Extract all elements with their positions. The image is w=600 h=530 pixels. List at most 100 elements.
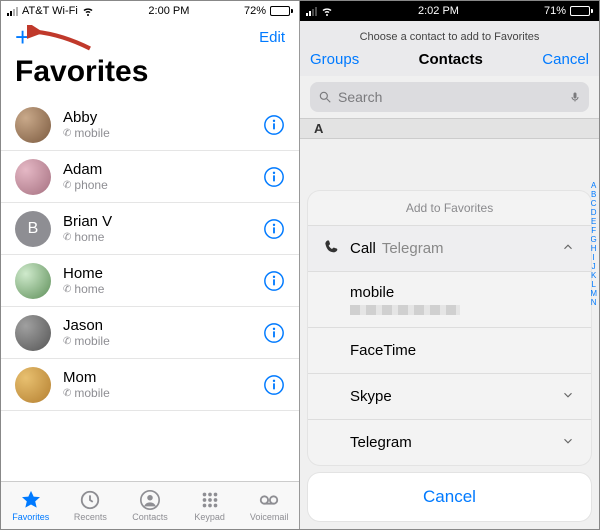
- contact-sub: ✆mobile: [63, 126, 263, 140]
- sheet-row-label: Skype: [350, 388, 392, 405]
- sheet-row-label: Telegram: [350, 434, 412, 451]
- sheet-option-telegram[interactable]: Telegram: [308, 419, 591, 465]
- tab-contacts[interactable]: Contacts: [120, 482, 180, 529]
- contact-name: Abby: [63, 109, 263, 126]
- contact-picker-screen: 2:02 PM 71% Choose a contact to add to F…: [300, 1, 599, 529]
- chevron-up-icon: [561, 240, 575, 258]
- search-input[interactable]: Search: [310, 82, 589, 112]
- contact-name: Home: [63, 265, 263, 282]
- battery-icon: [270, 6, 293, 16]
- carrier-label: AT&T Wi-Fi: [22, 5, 78, 17]
- sheet-row-label: Call: [350, 240, 376, 257]
- avatar: [15, 367, 51, 403]
- sheet-option-mobile[interactable]: mobile: [308, 271, 591, 327]
- tab-label: Favorites: [12, 512, 49, 522]
- redacted-number: [350, 305, 460, 315]
- chevron-down-icon: [561, 388, 575, 406]
- sheet-row-extra: Telegram: [382, 240, 444, 257]
- info-icon[interactable]: [263, 218, 285, 240]
- search-placeholder: Search: [338, 89, 382, 105]
- tab-label: Keypad: [194, 512, 225, 522]
- tab-label: Voicemail: [250, 512, 289, 522]
- info-icon[interactable]: [263, 114, 285, 136]
- avatar: [15, 107, 51, 143]
- sheet-row-label: FaceTime: [350, 342, 416, 359]
- alpha-index[interactable]: ABCDEFGHIJKLMN: [590, 181, 597, 307]
- contact-name: Adam: [63, 161, 263, 178]
- sheet-call-row[interactable]: Call Telegram: [308, 225, 591, 271]
- wifi-icon: [321, 5, 333, 17]
- contact-sub: ✆home: [63, 230, 263, 244]
- sheet-row-label: mobile: [350, 284, 394, 301]
- clock-icon: [79, 489, 101, 511]
- contact-sub: ✆phone: [63, 178, 263, 192]
- contact-sub: ✆home: [63, 282, 263, 296]
- favorites-list: Abby ✆mobile Adam ✆phone B Brian V ✆home: [1, 99, 299, 411]
- voicemail-icon: [258, 489, 280, 511]
- groups-button[interactable]: Groups: [310, 51, 359, 68]
- phone-icon: ✆: [63, 232, 71, 243]
- tab-voicemail[interactable]: Voicemail: [239, 482, 299, 529]
- sheet-option-facetime[interactable]: FaceTime: [308, 327, 591, 373]
- contact-sub: ✆mobile: [63, 334, 263, 348]
- tab-bar: Favorites Recents Contacts Keypad Voicem…: [1, 481, 299, 529]
- info-icon[interactable]: [263, 374, 285, 396]
- contact-name: Brian V: [63, 213, 263, 230]
- sheet-option-skype[interactable]: Skype: [308, 373, 591, 419]
- contact-name: Mom: [63, 369, 263, 386]
- chevron-down-icon: [561, 434, 575, 452]
- favorite-row[interactable]: Abby ✆mobile: [1, 99, 299, 151]
- tab-keypad[interactable]: Keypad: [180, 482, 240, 529]
- keypad-icon: [199, 489, 221, 511]
- battery-icon: [570, 6, 593, 16]
- mic-icon[interactable]: [569, 89, 581, 105]
- wifi-icon: [82, 5, 94, 17]
- info-icon[interactable]: [263, 166, 285, 188]
- phone-icon: ✆: [63, 388, 71, 399]
- phone-icon: [324, 239, 350, 259]
- info-icon[interactable]: [263, 270, 285, 292]
- phone-icon: ✆: [63, 180, 71, 191]
- favorite-row[interactable]: Home ✆home: [1, 255, 299, 307]
- action-sheet: Add to Favorites Call Telegram mobile Fa…: [308, 191, 591, 521]
- signal-icon: [306, 7, 317, 16]
- person-icon: [139, 489, 161, 511]
- status-time: 2:02 PM: [418, 5, 459, 17]
- tab-favorites[interactable]: Favorites: [1, 482, 61, 529]
- favorites-screen: AT&T Wi-Fi 2:00 PM 72% + Edit Favorites …: [1, 1, 300, 529]
- edit-button[interactable]: Edit: [259, 29, 285, 46]
- sheet-cancel-button[interactable]: Cancel: [308, 473, 591, 521]
- battery-pct: 72%: [244, 5, 266, 17]
- tab-recents[interactable]: Recents: [61, 482, 121, 529]
- contact-name: Jason: [63, 317, 263, 334]
- cancel-nav-button[interactable]: Cancel: [542, 51, 589, 68]
- picker-hint: Choose a contact to add to Favorites: [310, 27, 589, 51]
- sheet-title: Add to Favorites: [308, 191, 591, 225]
- phone-icon: ✆: [63, 128, 71, 139]
- favorite-row[interactable]: Adam ✆phone: [1, 151, 299, 203]
- avatar: [15, 263, 51, 299]
- section-header-a: A: [300, 118, 599, 139]
- battery-pct: 71%: [544, 5, 566, 17]
- signal-icon: [7, 7, 18, 16]
- phone-icon: ✆: [63, 284, 71, 295]
- status-bar: AT&T Wi-Fi 2:00 PM 72%: [1, 1, 299, 21]
- avatar: [15, 159, 51, 195]
- search-icon: [318, 90, 332, 104]
- phone-icon: ✆: [63, 336, 71, 347]
- avatar: [15, 315, 51, 351]
- avatar: B: [15, 211, 51, 247]
- info-icon[interactable]: [263, 322, 285, 344]
- star-icon: [20, 489, 42, 511]
- contact-sub: ✆mobile: [63, 386, 263, 400]
- favorite-row[interactable]: Mom ✆mobile: [1, 359, 299, 411]
- tab-label: Recents: [74, 512, 107, 522]
- picker-nav: Choose a contact to add to Favorites Gro…: [300, 21, 599, 76]
- tab-label: Contacts: [132, 512, 168, 522]
- status-time: 2:00 PM: [148, 5, 189, 17]
- status-bar: 2:02 PM 71%: [300, 1, 599, 21]
- favorite-row[interactable]: Jason ✆mobile: [1, 307, 299, 359]
- favorite-row[interactable]: B Brian V ✆home: [1, 203, 299, 255]
- contacts-title: Contacts: [419, 51, 483, 68]
- annotation-arrow: [27, 25, 97, 70]
